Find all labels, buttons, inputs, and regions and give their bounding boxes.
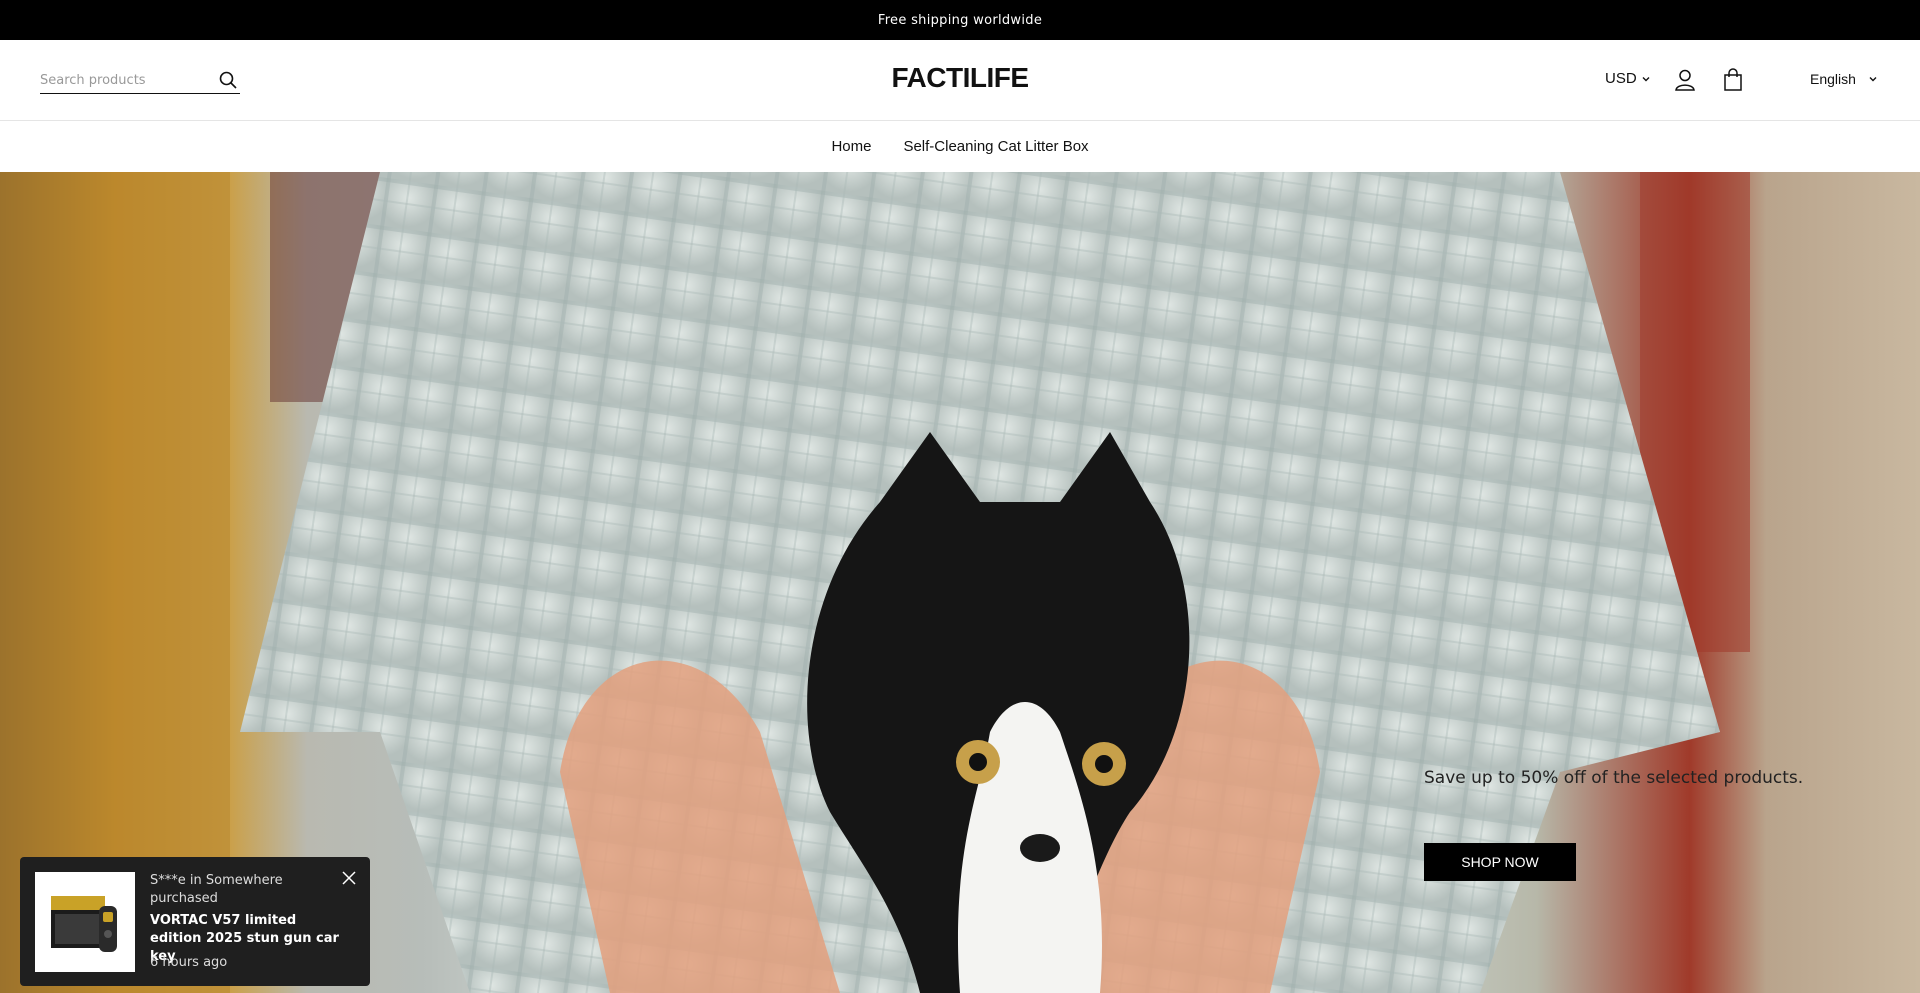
shop-now-button[interactable]: SHOP NOW [1424, 843, 1576, 881]
nav-item-litter-box[interactable]: Self-Cleaning Cat Litter Box [903, 138, 1088, 155]
product-image [51, 896, 117, 952]
hero-promo-text: Save up to 50% off of the selected produ… [1424, 768, 1804, 788]
cart-icon[interactable] [1722, 68, 1744, 92]
search-box [40, 68, 240, 94]
product-thumbnail[interactable] [35, 872, 135, 972]
logo-text[interactable]: FACTILIFE [891, 62, 1029, 93]
announcement-bar: Free shipping worldwide [0, 0, 1920, 40]
main-navigation: Home Self-Cleaning Cat Litter Box [0, 121, 1920, 172]
currency-label: USD [1605, 70, 1637, 87]
chevron-down-icon [1869, 77, 1877, 82]
header: FACTILIFE USD English [0, 40, 1920, 121]
account-icon[interactable] [1674, 68, 1696, 92]
close-icon[interactable] [342, 871, 356, 885]
chevron-down-icon [1642, 76, 1650, 81]
announcement-text: Free shipping worldwide [877, 12, 1043, 28]
currency-selector[interactable]: USD [1605, 70, 1651, 87]
popup-time-ago: 6 hours ago [150, 955, 228, 970]
nav-item-home[interactable]: Home [831, 138, 871, 155]
recent-purchase-popup: S***e in Somewhere purchased VORTAC V57 … [20, 857, 370, 986]
language-label: English [1810, 71, 1856, 87]
language-selector[interactable]: English [1810, 71, 1878, 87]
search-icon[interactable] [218, 70, 238, 90]
popup-buyer-text: S***e in Somewhere purchased [150, 873, 283, 906]
search-input[interactable] [40, 73, 210, 88]
